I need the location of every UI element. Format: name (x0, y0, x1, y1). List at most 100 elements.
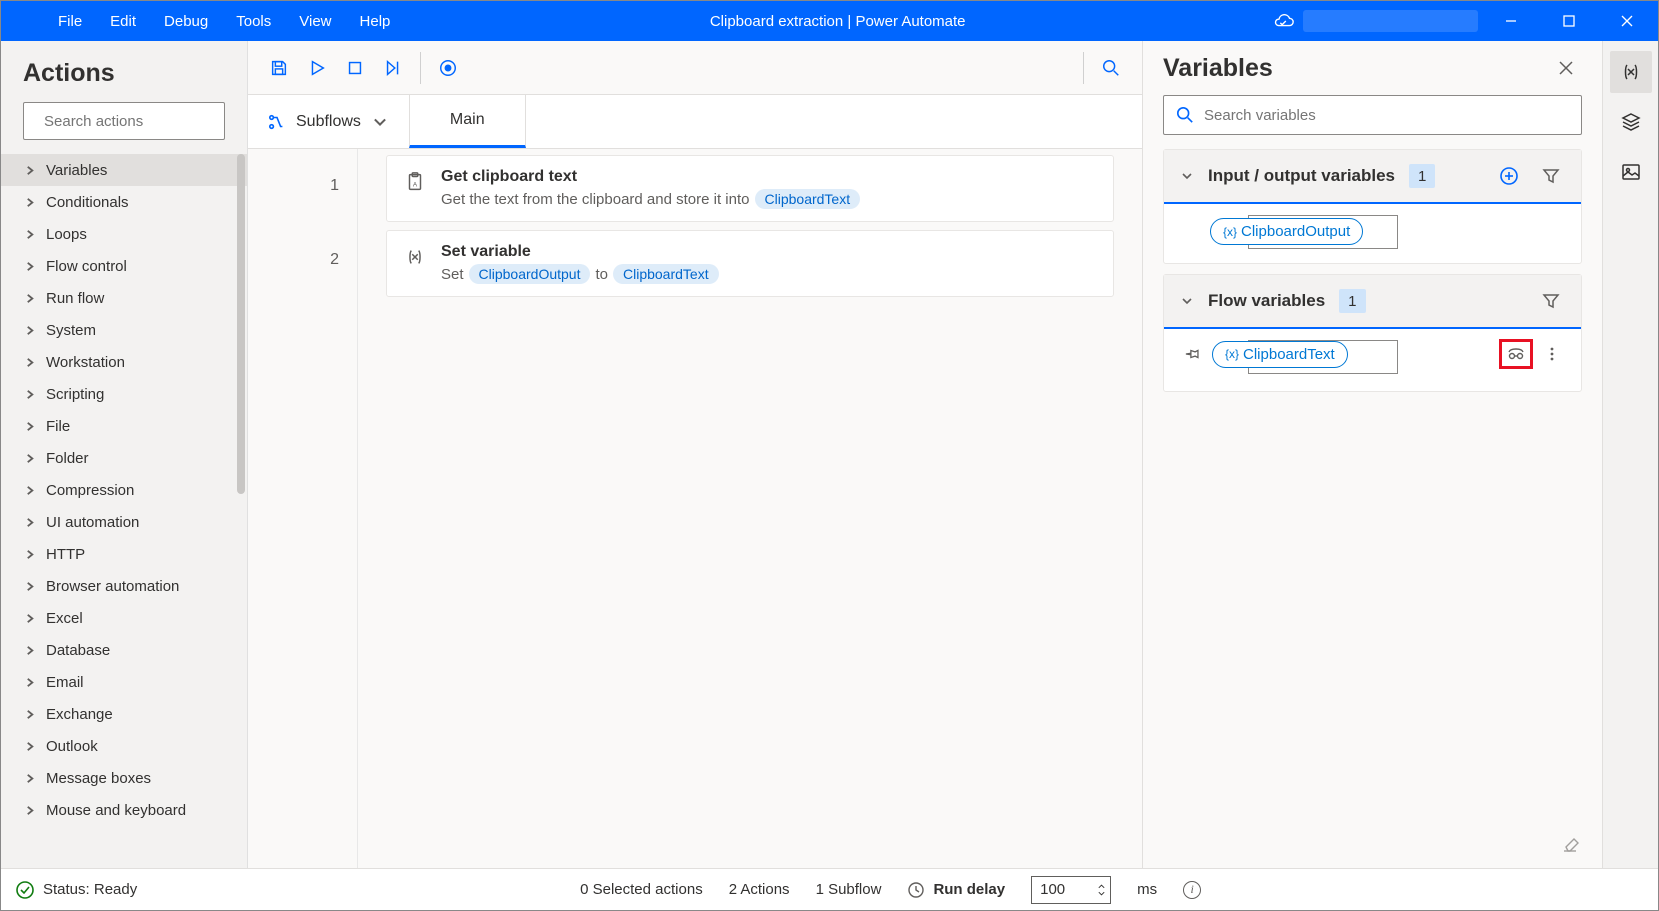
menu-help[interactable]: Help (348, 9, 403, 34)
clear-variables-button[interactable] (1143, 829, 1602, 868)
side-rail (1602, 41, 1658, 868)
toolbar-separator (420, 52, 421, 84)
category-exchange[interactable]: Exchange (1, 698, 247, 730)
variable-chip: ClipboardText (755, 189, 861, 209)
category-run-flow[interactable]: Run flow (1, 282, 247, 314)
actions-panel: Actions Variables Conditionals Loops Flo… (1, 41, 248, 868)
step-description: Set ClipboardOutput to ClipboardText (441, 264, 1097, 284)
filter-button[interactable] (1537, 162, 1565, 190)
io-variables-body: {x}ClipboardOutput (1164, 204, 1581, 263)
account-info[interactable] (1303, 10, 1478, 32)
category-outlook[interactable]: Outlook (1, 730, 247, 762)
chevron-down-icon (1180, 169, 1194, 183)
category-variables[interactable]: Variables (1, 154, 247, 186)
category-loops[interactable]: Loops (1, 218, 247, 250)
category-http[interactable]: HTTP (1, 538, 247, 570)
variable-chip: ClipboardText (613, 264, 719, 284)
scrollbar-thumb[interactable] (237, 154, 245, 494)
category-workstation[interactable]: Workstation (1, 346, 247, 378)
spin-up-icon[interactable] (1097, 883, 1106, 890)
flow-variables-body: {x}ClipboardText (1164, 329, 1581, 391)
subflows-icon (268, 113, 286, 131)
menu-bar: File Edit Debug Tools View Help (1, 9, 402, 34)
actions-search[interactable] (23, 102, 225, 140)
menu-edit[interactable]: Edit (98, 9, 148, 34)
category-flow-control[interactable]: Flow control (1, 250, 247, 282)
step-description: Get the text from the clipboard and stor… (441, 189, 1097, 209)
svg-text:A: A (413, 182, 418, 189)
window-title: Clipboard extraction | Power Automate (402, 13, 1273, 30)
step-title: Get clipboard text (441, 168, 1097, 186)
window-minimize-button[interactable] (1486, 2, 1536, 40)
count-badge: 1 (1409, 164, 1435, 188)
category-scripting[interactable]: Scripting (1, 378, 247, 410)
pin-button[interactable] (1180, 341, 1206, 367)
flow-variables-header[interactable]: Flow variables 1 (1164, 275, 1581, 329)
menu-tools[interactable]: Tools (224, 9, 283, 34)
rail-ui-elements-button[interactable] (1610, 101, 1652, 143)
window-maximize-button[interactable] (1544, 2, 1594, 40)
category-database[interactable]: Database (1, 634, 247, 666)
variable-chip-clipboardtext[interactable]: {x}ClipboardText (1212, 341, 1348, 368)
info-icon[interactable]: i (1183, 881, 1201, 899)
status-selected: 0 Selected actions (580, 881, 703, 898)
run-delay-input[interactable]: 100 (1031, 876, 1111, 904)
tabs-row: Subflows Main (248, 95, 1142, 149)
category-folder[interactable]: Folder (1, 442, 247, 474)
search-flow-button[interactable] (1092, 49, 1130, 87)
close-variables-button[interactable] (1550, 52, 1582, 84)
io-variables-header[interactable]: Input / output variables 1 (1164, 150, 1581, 204)
stop-button[interactable] (336, 49, 374, 87)
rail-variables-button[interactable] (1610, 51, 1652, 93)
menu-view[interactable]: View (287, 9, 343, 34)
category-compression[interactable]: Compression (1, 474, 247, 506)
menu-file[interactable]: File (46, 9, 94, 34)
variables-search[interactable] (1163, 95, 1582, 135)
save-button[interactable] (260, 49, 298, 87)
status-subflows: 1 Subflow (816, 881, 882, 898)
category-system[interactable]: System (1, 314, 247, 346)
sensitive-icon (1506, 344, 1526, 364)
canvas[interactable]: 1 2 A Get clipboard text Get the text fr… (248, 149, 1142, 868)
line-number: 1 (248, 149, 357, 223)
run-button[interactable] (298, 49, 336, 87)
variables-search-input[interactable] (1204, 107, 1569, 124)
variable-chip-clipboardoutput[interactable]: {x}ClipboardOutput (1210, 218, 1363, 245)
rail-images-button[interactable] (1610, 151, 1652, 193)
variable-icon (403, 245, 427, 269)
step-set-variable[interactable]: Set variable Set ClipboardOutput to Clip… (386, 230, 1114, 297)
category-message-boxes[interactable]: Message boxes (1, 762, 247, 794)
ms-label: ms (1137, 881, 1157, 898)
category-conditionals[interactable]: Conditionals (1, 186, 247, 218)
category-ui-automation[interactable]: UI automation (1, 506, 247, 538)
category-file[interactable]: File (1, 410, 247, 442)
variables-title: Variables (1163, 54, 1273, 83)
clock-icon (907, 881, 925, 899)
tab-main[interactable]: Main (409, 95, 526, 148)
menu-debug[interactable]: Debug (152, 9, 220, 34)
step-get-clipboard-text[interactable]: A Get clipboard text Get the text from t… (386, 155, 1114, 222)
category-browser-automation[interactable]: Browser automation (1, 570, 247, 602)
line-gutter: 1 2 (248, 149, 358, 868)
record-button[interactable] (429, 49, 467, 87)
add-variable-button[interactable] (1495, 162, 1523, 190)
subflows-dropdown[interactable]: Subflows (248, 95, 409, 148)
run-delay-label: Run delay (933, 881, 1005, 898)
status-actions: 2 Actions (729, 881, 790, 898)
category-mouse-keyboard[interactable]: Mouse and keyboard (1, 794, 247, 826)
window-close-button[interactable] (1602, 2, 1652, 40)
toolbar (248, 41, 1142, 95)
actions-category-list[interactable]: Variables Conditionals Loops Flow contro… (1, 154, 247, 868)
sensitive-toggle-highlighted[interactable] (1499, 339, 1533, 369)
search-icon (1176, 106, 1194, 124)
title-bar: File Edit Debug Tools View Help Clipboar… (1, 1, 1658, 41)
actions-title: Actions (1, 41, 247, 102)
category-email[interactable]: Email (1, 666, 247, 698)
designer-panel: Subflows Main 1 2 A Get clipboard text (248, 41, 1142, 868)
step-button[interactable] (374, 49, 412, 87)
spin-down-icon[interactable] (1097, 890, 1106, 897)
category-excel[interactable]: Excel (1, 602, 247, 634)
more-options-button[interactable] (1539, 341, 1565, 367)
filter-button[interactable] (1537, 287, 1565, 315)
actions-search-input[interactable] (44, 113, 243, 130)
